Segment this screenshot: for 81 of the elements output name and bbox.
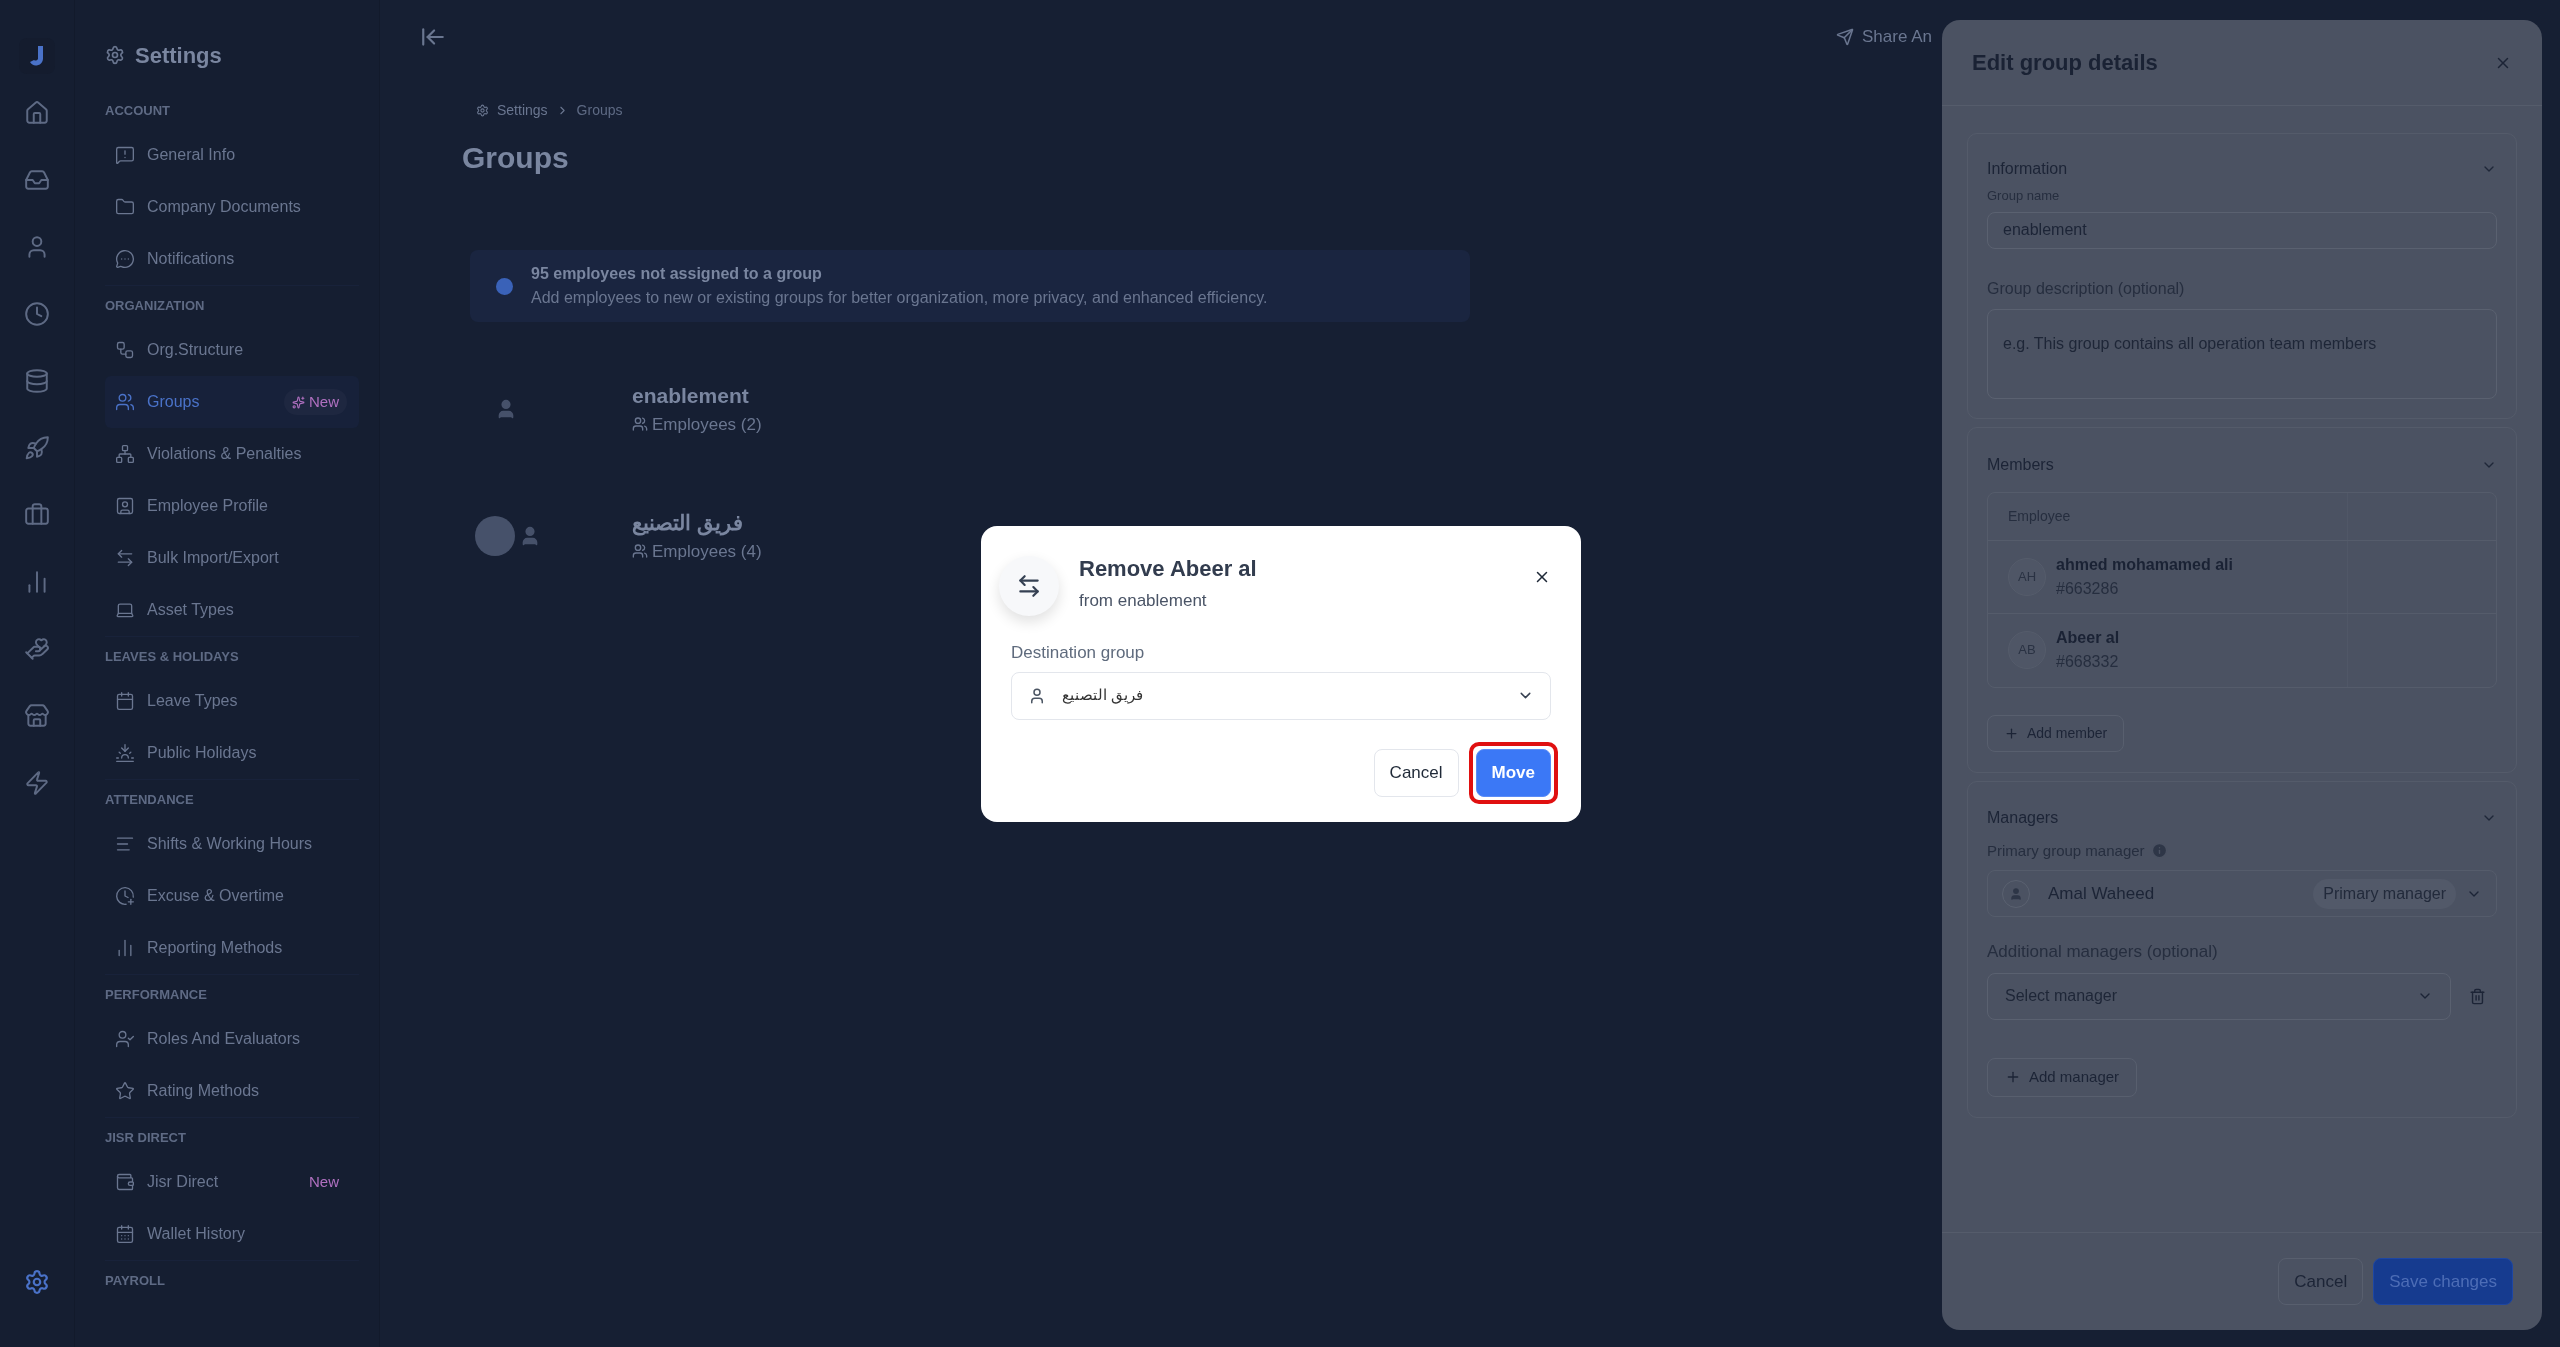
sidebar-item[interactable]: Bulk Import/Export [105, 532, 359, 584]
sidebar-item[interactable]: Public Holidays [105, 727, 359, 779]
inbox-icon[interactable] [24, 167, 50, 193]
plus-icon [2004, 725, 2019, 741]
banner-title: 95 employees not assigned to a group [531, 264, 823, 284]
users-icon [115, 392, 135, 412]
users-icon [632, 416, 648, 433]
database-icon[interactable] [24, 368, 50, 394]
move-button[interactable]: Move [1475, 748, 1551, 797]
swap-icon [115, 548, 135, 568]
dialog-title: Remove Abeer al [1079, 555, 1257, 583]
breadcrumb-link[interactable]: Settings [497, 100, 548, 121]
page-title: Groups [462, 140, 569, 176]
breadcrumb-current: Groups [576, 101, 623, 120]
building-icon[interactable] [24, 703, 50, 729]
group-name[interactable]: فريق التصنيع [632, 507, 762, 539]
employee-count: Employees (2) [652, 413, 762, 436]
plus-icon [2005, 1069, 2021, 1085]
sidebar-item[interactable]: Shifts & Working Hours [105, 818, 359, 870]
sidebar-item[interactable]: Employee Profile [105, 480, 359, 532]
dialog-subtitle: from enablement [1079, 590, 1208, 612]
settings-icon[interactable] [24, 1269, 50, 1295]
photo-placeholder [475, 515, 515, 556]
section-heading: ACCOUNT [105, 102, 171, 120]
section-heading: PERFORMANCE [105, 986, 208, 1004]
sidebar-item[interactable]: Wallet History [105, 1208, 359, 1260]
user-check-icon [115, 1029, 135, 1049]
sidebar-title: Settings [135, 41, 222, 70]
sidebar-item[interactable]: Excuse & Overtime [105, 870, 359, 922]
employee-count: Employees (4) [652, 540, 762, 563]
section-heading: ORGANIZATION [105, 297, 206, 315]
info-message-icon [115, 145, 135, 165]
sparkle-icon [292, 395, 305, 409]
calendar-icon [115, 1224, 135, 1244]
sidebar-item[interactable]: Groups New [105, 376, 359, 428]
banner-text: Add employees to new or existing groups for better organization, more privacy, and enhanced efficiency. [531, 288, 1268, 308]
hierarchy-icon [115, 340, 135, 360]
chat-icon [115, 249, 135, 269]
trash-icon[interactable] [2469, 987, 2486, 1005]
wallet-icon [115, 1172, 135, 1192]
share-button[interactable]: Share An [1836, 24, 1932, 50]
sidebar-item[interactable]: Roles And Evaluators [105, 1013, 359, 1065]
field-label: Destination group [1011, 642, 1146, 664]
new-label: New [308, 1171, 340, 1192]
sidebar-item[interactable]: Leave Types [105, 675, 359, 727]
sidebar-item[interactable]: Company Documents [105, 181, 359, 233]
sidebar-item[interactable]: General Info [105, 129, 359, 181]
cancel-button[interactable]: Cancel [1373, 748, 1459, 797]
user-icon [1028, 686, 1046, 705]
settings-icon [105, 45, 125, 65]
lightning-icon[interactable] [24, 770, 50, 796]
clock-plus-icon [115, 886, 135, 906]
clock-icon[interactable] [24, 301, 50, 327]
section-heading: PAYROLL [105, 1272, 166, 1290]
destination-group-select[interactable]: فريق التصنيع [1011, 671, 1551, 720]
sidebar-item[interactable]: Jisr Direct New [105, 1156, 359, 1208]
section-heading: LEAVES & HOLIDAYS [105, 648, 240, 666]
info-icon [2150, 842, 2168, 860]
group-name[interactable]: enablement [632, 380, 762, 412]
users-icon [632, 543, 648, 560]
section-heading: ATTENDANCE [105, 791, 195, 809]
sidebar-item[interactable]: Org.Structure [105, 324, 359, 376]
send-icon [1836, 27, 1854, 46]
rocket-icon[interactable] [24, 435, 50, 461]
sidebar-item[interactable]: Asset Types [105, 584, 359, 636]
sunset-icon [115, 743, 135, 763]
new-label: New [284, 388, 347, 416]
sidebar-item[interactable]: Reporting Methods [105, 922, 359, 974]
home-icon[interactable] [24, 100, 50, 126]
calendar-icon [115, 691, 135, 711]
network-icon [115, 444, 135, 464]
hand-heart-icon[interactable] [24, 636, 50, 662]
profile-icon [115, 496, 135, 516]
sidebar-item[interactable]: Notifications [105, 233, 359, 285]
sidebar-item[interactable]: Violations & Penalties [105, 428, 359, 480]
briefcase-icon[interactable] [24, 502, 50, 528]
section-heading: JISR DIRECT [105, 1129, 187, 1147]
star-icon [115, 1081, 135, 1101]
sidebar-item[interactable]: Rating Methods [105, 1065, 359, 1117]
settings-icon [476, 104, 489, 117]
folder-icon [115, 197, 135, 217]
